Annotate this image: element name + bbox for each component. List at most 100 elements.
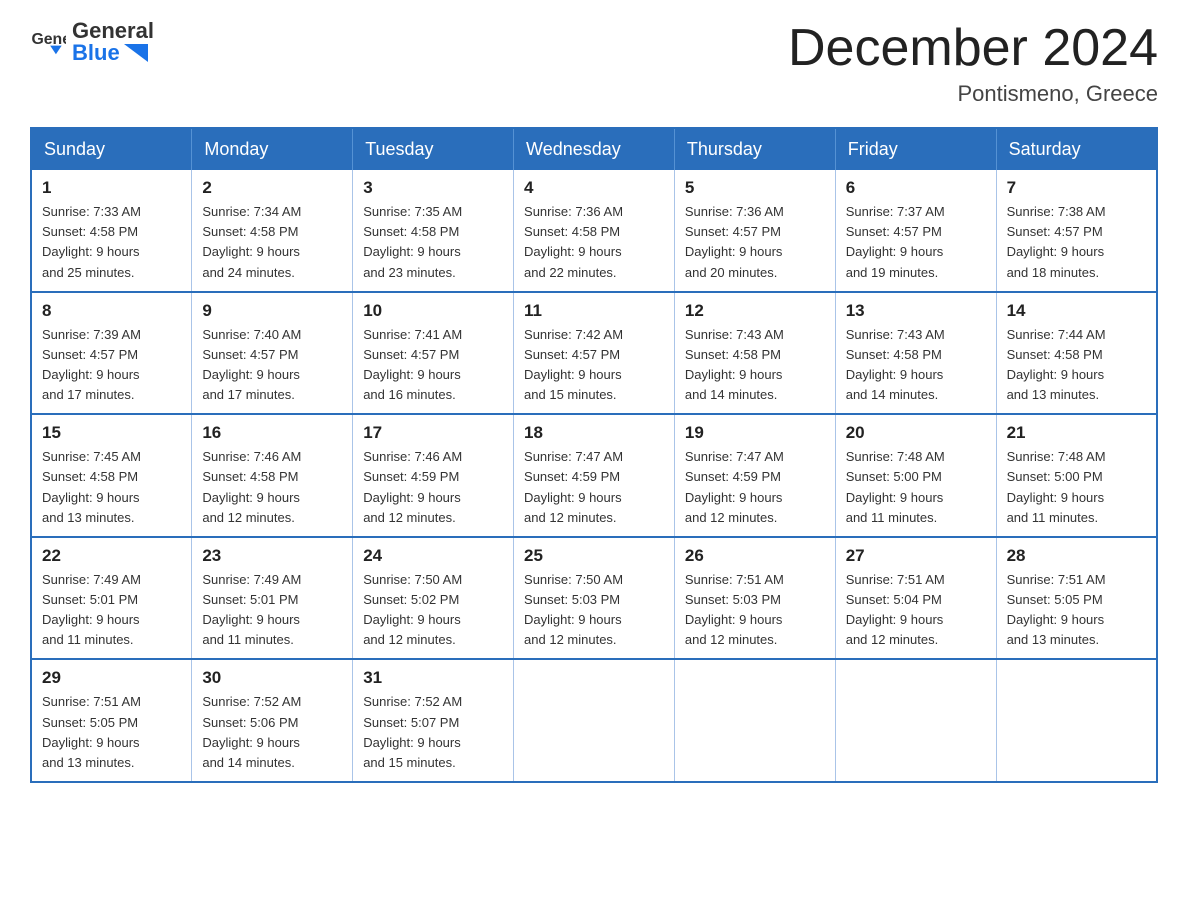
calendar-cell: 17 Sunrise: 7:46 AM Sunset: 4:59 PM Dayl… bbox=[353, 414, 514, 537]
calendar-cell: 23 Sunrise: 7:49 AM Sunset: 5:01 PM Dayl… bbox=[192, 537, 353, 660]
calendar-cell: 26 Sunrise: 7:51 AM Sunset: 5:03 PM Dayl… bbox=[674, 537, 835, 660]
day-number: 24 bbox=[363, 546, 503, 566]
calendar-cell: 27 Sunrise: 7:51 AM Sunset: 5:04 PM Dayl… bbox=[835, 537, 996, 660]
day-number: 21 bbox=[1007, 423, 1146, 443]
day-info: Sunrise: 7:47 AM Sunset: 4:59 PM Dayligh… bbox=[685, 447, 825, 528]
calendar-cell: 28 Sunrise: 7:51 AM Sunset: 5:05 PM Dayl… bbox=[996, 537, 1157, 660]
day-info: Sunrise: 7:43 AM Sunset: 4:58 PM Dayligh… bbox=[685, 325, 825, 406]
day-info: Sunrise: 7:49 AM Sunset: 5:01 PM Dayligh… bbox=[42, 570, 181, 651]
calendar-cell: 16 Sunrise: 7:46 AM Sunset: 4:58 PM Dayl… bbox=[192, 414, 353, 537]
day-number: 27 bbox=[846, 546, 986, 566]
day-info: Sunrise: 7:45 AM Sunset: 4:58 PM Dayligh… bbox=[42, 447, 181, 528]
day-info: Sunrise: 7:51 AM Sunset: 5:04 PM Dayligh… bbox=[846, 570, 986, 651]
day-number: 23 bbox=[202, 546, 342, 566]
calendar-week-row: 8 Sunrise: 7:39 AM Sunset: 4:57 PM Dayli… bbox=[31, 292, 1157, 415]
day-number: 9 bbox=[202, 301, 342, 321]
day-number: 15 bbox=[42, 423, 181, 443]
day-number: 2 bbox=[202, 178, 342, 198]
calendar-table: SundayMondayTuesdayWednesdayThursdayFrid… bbox=[30, 127, 1158, 783]
day-number: 11 bbox=[524, 301, 664, 321]
logo-icon: General bbox=[30, 24, 66, 60]
day-number: 3 bbox=[363, 178, 503, 198]
calendar-cell: 30 Sunrise: 7:52 AM Sunset: 5:06 PM Dayl… bbox=[192, 659, 353, 782]
logo: General General Blue bbox=[30, 20, 154, 64]
day-number: 20 bbox=[846, 423, 986, 443]
day-number: 13 bbox=[846, 301, 986, 321]
calendar-cell bbox=[514, 659, 675, 782]
day-info: Sunrise: 7:40 AM Sunset: 4:57 PM Dayligh… bbox=[202, 325, 342, 406]
day-number: 5 bbox=[685, 178, 825, 198]
day-number: 8 bbox=[42, 301, 181, 321]
logo-text-blue: Blue bbox=[72, 42, 154, 64]
day-info: Sunrise: 7:35 AM Sunset: 4:58 PM Dayligh… bbox=[363, 202, 503, 283]
calendar-cell: 20 Sunrise: 7:48 AM Sunset: 5:00 PM Dayl… bbox=[835, 414, 996, 537]
logo-text-general: General bbox=[72, 20, 154, 42]
day-number: 26 bbox=[685, 546, 825, 566]
calendar-cell: 13 Sunrise: 7:43 AM Sunset: 4:58 PM Dayl… bbox=[835, 292, 996, 415]
calendar-cell: 11 Sunrise: 7:42 AM Sunset: 4:57 PM Dayl… bbox=[514, 292, 675, 415]
calendar-cell: 15 Sunrise: 7:45 AM Sunset: 4:58 PM Dayl… bbox=[31, 414, 192, 537]
day-number: 16 bbox=[202, 423, 342, 443]
month-title: December 2024 bbox=[788, 20, 1158, 77]
day-info: Sunrise: 7:42 AM Sunset: 4:57 PM Dayligh… bbox=[524, 325, 664, 406]
calendar-cell: 8 Sunrise: 7:39 AM Sunset: 4:57 PM Dayli… bbox=[31, 292, 192, 415]
calendar-cell bbox=[996, 659, 1157, 782]
day-info: Sunrise: 7:43 AM Sunset: 4:58 PM Dayligh… bbox=[846, 325, 986, 406]
calendar-cell: 3 Sunrise: 7:35 AM Sunset: 4:58 PM Dayli… bbox=[353, 170, 514, 292]
day-info: Sunrise: 7:36 AM Sunset: 4:58 PM Dayligh… bbox=[524, 202, 664, 283]
day-number: 14 bbox=[1007, 301, 1146, 321]
day-number: 30 bbox=[202, 668, 342, 688]
calendar-cell bbox=[674, 659, 835, 782]
day-info: Sunrise: 7:47 AM Sunset: 4:59 PM Dayligh… bbox=[524, 447, 664, 528]
weekday-header-sunday: Sunday bbox=[31, 128, 192, 170]
calendar-cell: 2 Sunrise: 7:34 AM Sunset: 4:58 PM Dayli… bbox=[192, 170, 353, 292]
calendar-cell: 19 Sunrise: 7:47 AM Sunset: 4:59 PM Dayl… bbox=[674, 414, 835, 537]
calendar-cell: 12 Sunrise: 7:43 AM Sunset: 4:58 PM Dayl… bbox=[674, 292, 835, 415]
calendar-cell: 21 Sunrise: 7:48 AM Sunset: 5:00 PM Dayl… bbox=[996, 414, 1157, 537]
calendar-cell: 29 Sunrise: 7:51 AM Sunset: 5:05 PM Dayl… bbox=[31, 659, 192, 782]
weekday-header-tuesday: Tuesday bbox=[353, 128, 514, 170]
day-info: Sunrise: 7:36 AM Sunset: 4:57 PM Dayligh… bbox=[685, 202, 825, 283]
weekday-header-friday: Friday bbox=[835, 128, 996, 170]
calendar-week-row: 15 Sunrise: 7:45 AM Sunset: 4:58 PM Dayl… bbox=[31, 414, 1157, 537]
calendar-cell: 14 Sunrise: 7:44 AM Sunset: 4:58 PM Dayl… bbox=[996, 292, 1157, 415]
calendar-week-row: 22 Sunrise: 7:49 AM Sunset: 5:01 PM Dayl… bbox=[31, 537, 1157, 660]
weekday-header-monday: Monday bbox=[192, 128, 353, 170]
day-info: Sunrise: 7:51 AM Sunset: 5:05 PM Dayligh… bbox=[1007, 570, 1146, 651]
day-number: 7 bbox=[1007, 178, 1146, 198]
day-info: Sunrise: 7:51 AM Sunset: 5:03 PM Dayligh… bbox=[685, 570, 825, 651]
day-info: Sunrise: 7:46 AM Sunset: 4:58 PM Dayligh… bbox=[202, 447, 342, 528]
calendar-week-row: 1 Sunrise: 7:33 AM Sunset: 4:58 PM Dayli… bbox=[31, 170, 1157, 292]
calendar-cell: 22 Sunrise: 7:49 AM Sunset: 5:01 PM Dayl… bbox=[31, 537, 192, 660]
day-info: Sunrise: 7:48 AM Sunset: 5:00 PM Dayligh… bbox=[1007, 447, 1146, 528]
day-info: Sunrise: 7:44 AM Sunset: 4:58 PM Dayligh… bbox=[1007, 325, 1146, 406]
calendar-cell: 24 Sunrise: 7:50 AM Sunset: 5:02 PM Dayl… bbox=[353, 537, 514, 660]
location-label: Pontismeno, Greece bbox=[788, 81, 1158, 107]
weekday-header-saturday: Saturday bbox=[996, 128, 1157, 170]
calendar-cell: 9 Sunrise: 7:40 AM Sunset: 4:57 PM Dayli… bbox=[192, 292, 353, 415]
calendar-cell: 18 Sunrise: 7:47 AM Sunset: 4:59 PM Dayl… bbox=[514, 414, 675, 537]
day-info: Sunrise: 7:39 AM Sunset: 4:57 PM Dayligh… bbox=[42, 325, 181, 406]
calendar-cell bbox=[835, 659, 996, 782]
day-info: Sunrise: 7:50 AM Sunset: 5:03 PM Dayligh… bbox=[524, 570, 664, 651]
calendar-cell: 5 Sunrise: 7:36 AM Sunset: 4:57 PM Dayli… bbox=[674, 170, 835, 292]
day-number: 18 bbox=[524, 423, 664, 443]
day-info: Sunrise: 7:50 AM Sunset: 5:02 PM Dayligh… bbox=[363, 570, 503, 651]
calendar-cell: 6 Sunrise: 7:37 AM Sunset: 4:57 PM Dayli… bbox=[835, 170, 996, 292]
day-number: 29 bbox=[42, 668, 181, 688]
day-info: Sunrise: 7:51 AM Sunset: 5:05 PM Dayligh… bbox=[42, 692, 181, 773]
day-number: 4 bbox=[524, 178, 664, 198]
calendar-cell: 1 Sunrise: 7:33 AM Sunset: 4:58 PM Dayli… bbox=[31, 170, 192, 292]
calendar-cell: 31 Sunrise: 7:52 AM Sunset: 5:07 PM Dayl… bbox=[353, 659, 514, 782]
title-section: December 2024 Pontismeno, Greece bbox=[788, 20, 1158, 107]
day-info: Sunrise: 7:41 AM Sunset: 4:57 PM Dayligh… bbox=[363, 325, 503, 406]
day-info: Sunrise: 7:37 AM Sunset: 4:57 PM Dayligh… bbox=[846, 202, 986, 283]
weekday-header-wednesday: Wednesday bbox=[514, 128, 675, 170]
day-number: 19 bbox=[685, 423, 825, 443]
calendar-header-row: SundayMondayTuesdayWednesdayThursdayFrid… bbox=[31, 128, 1157, 170]
day-info: Sunrise: 7:49 AM Sunset: 5:01 PM Dayligh… bbox=[202, 570, 342, 651]
day-info: Sunrise: 7:46 AM Sunset: 4:59 PM Dayligh… bbox=[363, 447, 503, 528]
day-number: 25 bbox=[524, 546, 664, 566]
day-number: 12 bbox=[685, 301, 825, 321]
day-number: 17 bbox=[363, 423, 503, 443]
